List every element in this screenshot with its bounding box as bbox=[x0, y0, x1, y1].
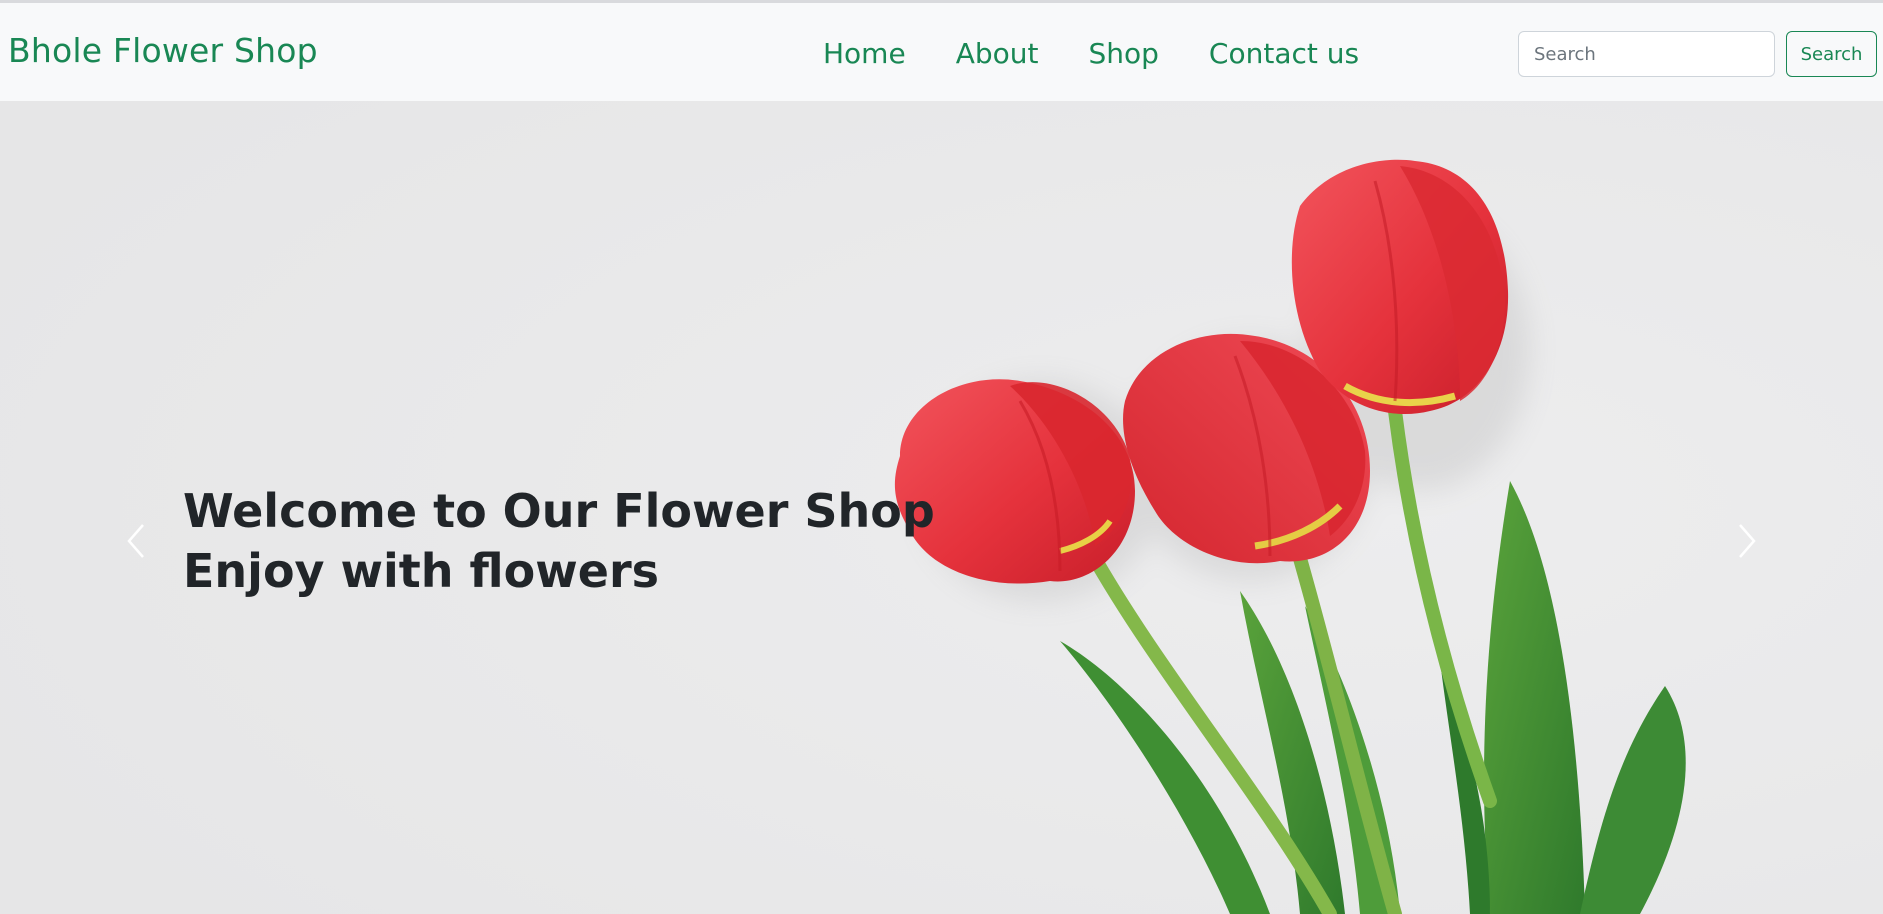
carousel-caption: Welcome to Our Flower Shop Enjoy with fl… bbox=[183, 481, 935, 601]
navbar: Bhole Flower Shop Home About Shop Contac… bbox=[0, 3, 1883, 101]
nav-link-shop[interactable]: Shop bbox=[1088, 37, 1158, 70]
nav-link-home[interactable]: Home bbox=[823, 37, 906, 70]
carousel-next-button[interactable] bbox=[1718, 501, 1778, 581]
search-button[interactable]: Search bbox=[1786, 31, 1877, 77]
search-input[interactable] bbox=[1518, 31, 1775, 77]
nav-link-about[interactable]: About bbox=[956, 37, 1039, 70]
carousel-prev-button[interactable] bbox=[105, 501, 165, 581]
nav-links: Home About Shop Contact us bbox=[823, 33, 1409, 73]
caption-title: Welcome to Our Flower Shop bbox=[183, 484, 935, 538]
hero-carousel: Welcome to Our Flower Shop Enjoy with fl… bbox=[0, 101, 1883, 914]
brand-link[interactable]: Bhole Flower Shop bbox=[8, 31, 318, 70]
nav-link-contact[interactable]: Contact us bbox=[1209, 37, 1359, 70]
chevron-left-icon bbox=[127, 524, 144, 558]
caption-subtitle: Enjoy with flowers bbox=[183, 544, 660, 598]
chevron-right-icon bbox=[1739, 524, 1756, 558]
